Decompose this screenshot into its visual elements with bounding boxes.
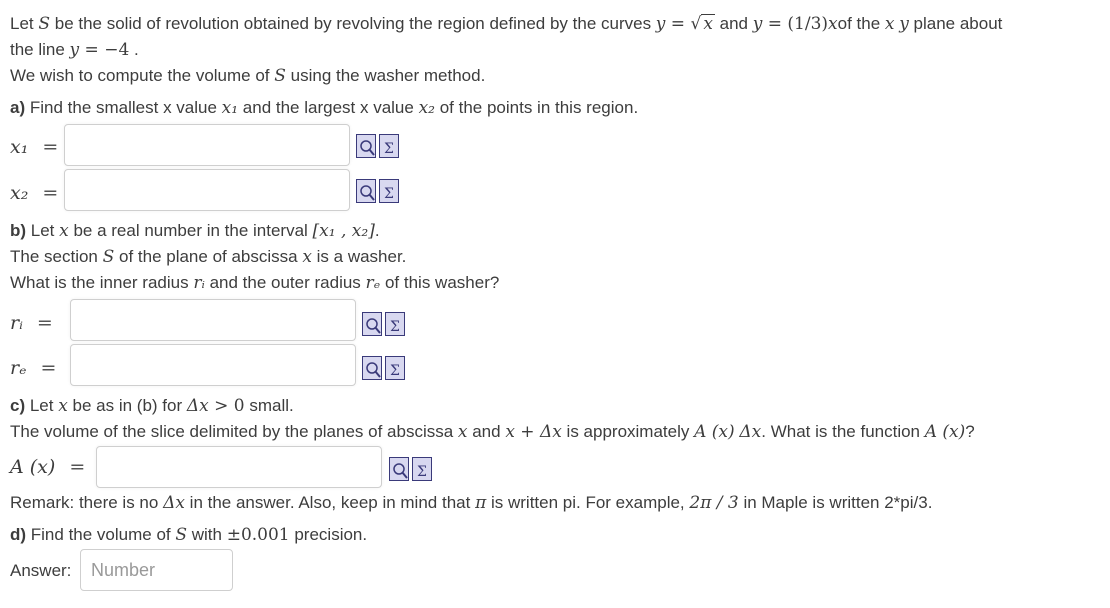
part-d-question: d) Find the volume of S with ±0.001 prec… (10, 525, 368, 545)
part-c-line-2: The volume of the slice delimited by the… (10, 422, 975, 442)
Ax-input[interactable] (96, 446, 382, 488)
preview-icon[interactable] (362, 312, 382, 336)
equation-editor-icon[interactable]: Σ (385, 312, 405, 336)
answer-label: Answer: (10, 561, 72, 580)
answer-input[interactable] (80, 549, 233, 591)
part-a-question: a) Find the smallest x value x₁ and the … (10, 98, 639, 118)
intro-line-1: Let S be the solid of revolution obtaine… (10, 14, 1003, 34)
re-label: rₑ = (10, 357, 57, 379)
svg-text:Σ: Σ (417, 464, 427, 480)
intro-line-3: We wish to compute the volume of S using… (10, 66, 486, 86)
intro-line-2: the line y = −4 . (10, 40, 139, 60)
equation-editor-icon[interactable]: Σ (412, 457, 432, 481)
remark: Remark: there is no Δx in the answer. Al… (10, 493, 933, 513)
x1-label: x₁ = (10, 136, 59, 158)
x1-input[interactable] (64, 124, 350, 166)
part-b-line-2: The section S of the plane of abscissa x… (10, 247, 407, 267)
preview-icon[interactable] (356, 134, 376, 158)
x2-tools: Σ (356, 179, 399, 203)
part-b-line-1: b) Let x be a real number in the interva… (10, 221, 380, 241)
ri-input[interactable] (70, 299, 356, 341)
re-input[interactable] (70, 344, 356, 386)
x1-tools: Σ (356, 134, 399, 158)
svg-text:Σ: Σ (390, 363, 400, 379)
equation-editor-icon[interactable]: Σ (385, 356, 405, 380)
preview-icon[interactable] (356, 179, 376, 203)
preview-icon[interactable] (362, 356, 382, 380)
re-tools: Σ (362, 356, 405, 380)
svg-text:Σ: Σ (384, 141, 394, 157)
x2-label: x₂ = (10, 182, 59, 204)
svg-text:Σ: Σ (390, 319, 400, 335)
x2-input[interactable] (64, 169, 350, 211)
part-c-line-1: c) Let x be as in (b) for Δx > 0 small. (10, 396, 294, 416)
equation-editor-icon[interactable]: Σ (379, 179, 399, 203)
ri-label: rᵢ = (10, 312, 53, 334)
part-b-line-3: What is the inner radius rᵢ and the oute… (10, 273, 500, 293)
preview-icon[interactable] (389, 457, 409, 481)
Ax-label: A (x) = (10, 456, 86, 478)
ri-tools: Σ (362, 312, 405, 336)
Ax-tools: Σ (389, 457, 432, 481)
equation-editor-icon[interactable]: Σ (379, 134, 399, 158)
svg-text:Σ: Σ (384, 186, 394, 202)
